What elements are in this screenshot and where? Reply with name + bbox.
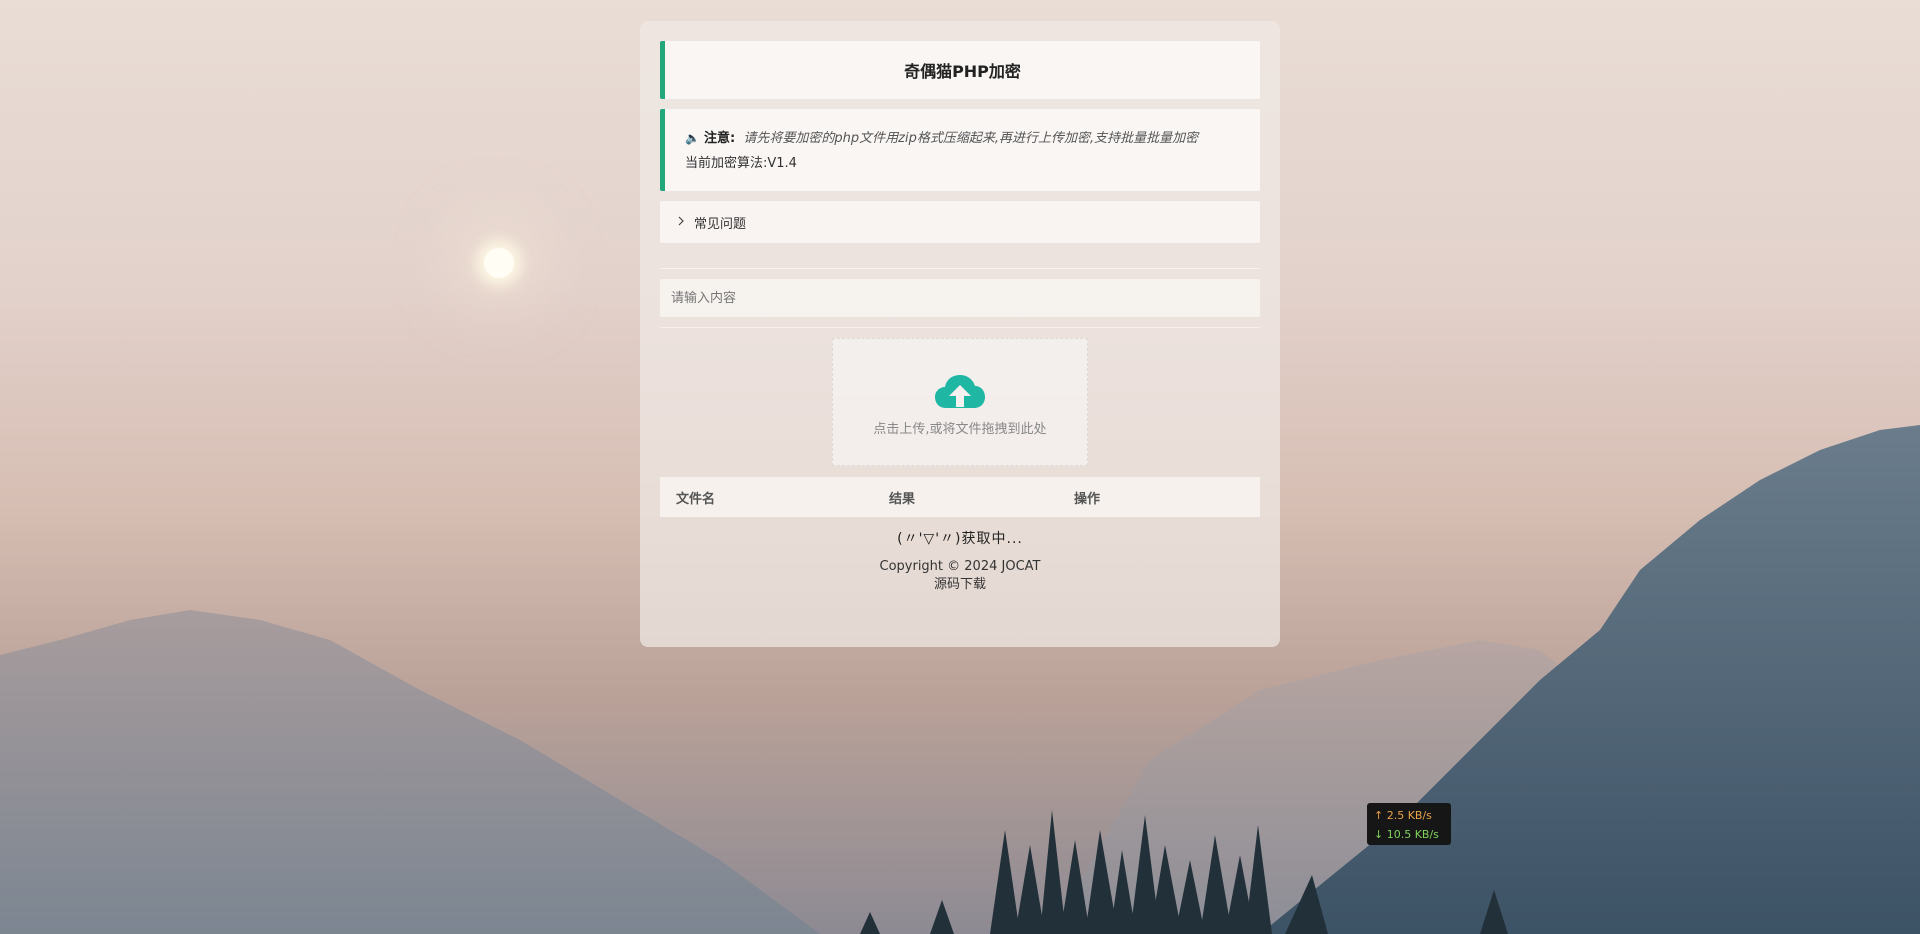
divider <box>660 327 1260 328</box>
column-header-filename: 文件名 <box>676 491 716 507</box>
cloud-upload-icon <box>934 374 986 414</box>
upload-hint: 点击上传,或将文件拖拽到此处 <box>873 421 1047 437</box>
faq-label: 常见问题 <box>694 216 747 232</box>
column-header-result: 结果 <box>889 491 916 507</box>
notice-box: 🔈 注意: 请先将要加密的php文件用zip格式压缩起来,再进行上传加密,支持批量… <box>660 109 1260 191</box>
source-download-link[interactable]: 源码下载 <box>934 577 986 592</box>
main-card: 奇偶猫PHP加密 🔈 注意: 请先将要加密的php文件用zip格式压缩起来,再进行… <box>640 21 1280 647</box>
column-header-action: 操作 <box>1074 491 1101 507</box>
notice-message: 请先将要加密的php文件用zip格式压缩起来,再进行上传加密,支持批量批量加密 <box>743 131 1199 146</box>
faq-collapse-toggle[interactable]: 常见问题 <box>660 201 1260 243</box>
download-speed: ↓ 10.5 KB/s <box>1374 828 1439 841</box>
notice-line: 🔈 注意: 请先将要加密的php文件用zip格式压缩起来,再进行上传加密,支持批量… <box>685 126 1240 151</box>
algorithm-line: 当前加密算法:V1.4 <box>685 151 1240 176</box>
chevron-right-icon <box>676 216 686 229</box>
copyright-text: Copyright © 2024 JOCAT <box>879 559 1041 574</box>
notice-label: 注意: <box>703 131 736 146</box>
upload-dropzone[interactable]: 点击上传,或将文件拖拽到此处 <box>832 338 1088 466</box>
loading-status: (〃'▽'〃)获取中... <box>897 531 1023 547</box>
upload-speed: ↑ 2.5 KB/s <box>1374 809 1432 822</box>
file-table-header: 文件名 结果 操作 <box>660 477 1260 517</box>
speaker-icon: 🔈 <box>685 131 700 145</box>
page-title-text: 奇偶猫PHP加密 <box>904 62 1021 81</box>
content-input[interactable] <box>660 279 1260 317</box>
page-title: 奇偶猫PHP加密 <box>660 41 1260 99</box>
algorithm-version: V1.4 <box>767 156 797 171</box>
content-input-wrapper <box>660 279 1260 317</box>
algorithm-label: 当前加密算法: <box>685 156 768 171</box>
divider <box>660 268 1260 269</box>
network-speed-monitor: ↑ 2.5 KB/s ↓ 10.5 KB/s <box>1367 803 1451 845</box>
footer: Copyright © 2024 JOCAT 源码下载 <box>660 558 1260 594</box>
